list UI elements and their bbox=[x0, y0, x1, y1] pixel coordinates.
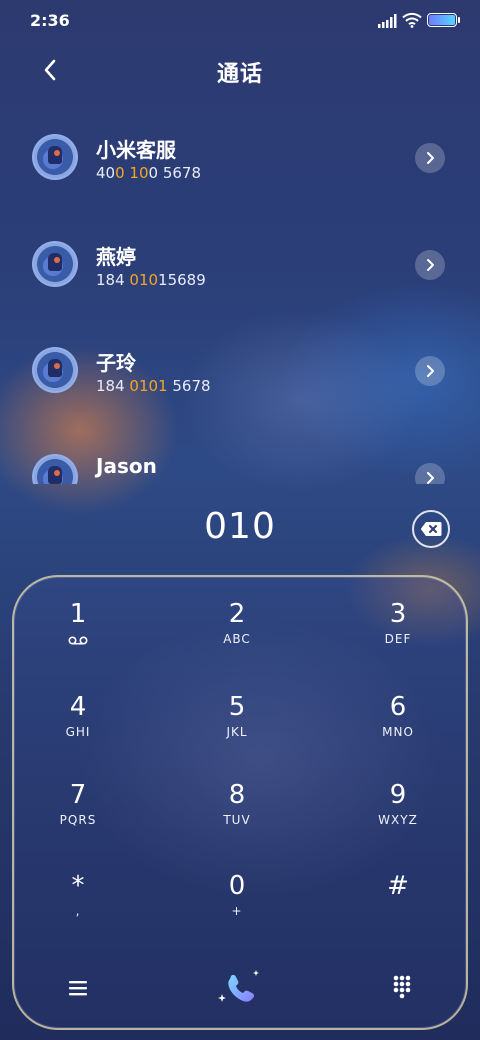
contact-row[interactable]: 小米客服 400 100 5678 bbox=[0, 114, 480, 214]
number-part: 0 5678 bbox=[148, 164, 202, 182]
dial-display: 010 bbox=[0, 500, 480, 560]
avatar bbox=[32, 241, 78, 287]
phone-call-icon bbox=[218, 970, 259, 1002]
key-letters: JKL bbox=[226, 725, 248, 739]
key-digit: 3 bbox=[389, 599, 407, 629]
number-match: 10 bbox=[129, 164, 149, 182]
contact-detail-button[interactable] bbox=[415, 250, 445, 280]
dialed-number: 010 bbox=[204, 506, 276, 547]
contact-detail-button[interactable] bbox=[415, 463, 445, 484]
contact-name: Jason bbox=[96, 454, 157, 478]
wifi-icon bbox=[402, 12, 422, 28]
key-letters: , bbox=[75, 904, 81, 918]
contact-detail-button[interactable] bbox=[415, 356, 445, 386]
chevron-right-icon bbox=[427, 152, 434, 164]
key-digit: 8 bbox=[228, 780, 246, 810]
avatar bbox=[32, 454, 78, 484]
key-1[interactable]: 1 bbox=[8, 590, 148, 674]
key-digit: 1 bbox=[69, 599, 87, 629]
contact-number: 184 01015689 bbox=[96, 271, 206, 289]
key-digit: 4 bbox=[69, 692, 87, 722]
call-button[interactable] bbox=[212, 964, 268, 1012]
number-part: 184 bbox=[96, 271, 130, 289]
key-digit: 7 bbox=[69, 780, 87, 810]
key-letters: DEF bbox=[384, 632, 412, 646]
key-8[interactable]: 8 TUV bbox=[167, 771, 307, 855]
key-letters: MNO bbox=[382, 725, 414, 739]
contact-name: 小米客服 bbox=[96, 138, 176, 162]
number-match: 0 bbox=[115, 164, 125, 182]
number-part: 5678 bbox=[167, 377, 211, 395]
key-2[interactable]: 2 ABC bbox=[167, 590, 307, 674]
battery-level bbox=[429, 15, 455, 25]
keypad-footer bbox=[0, 950, 480, 1020]
number-part: 184 bbox=[96, 377, 130, 395]
number-part: 15689 bbox=[158, 271, 206, 289]
key-9[interactable]: 9 WXYZ bbox=[328, 771, 468, 855]
key-3[interactable]: 3 DEF bbox=[328, 590, 468, 674]
key-letters: ABC bbox=[223, 632, 251, 646]
key-digit: 5 bbox=[228, 692, 246, 722]
header: 通话 bbox=[0, 44, 480, 96]
number-match: 010 bbox=[129, 271, 159, 289]
key-digit: 2 bbox=[228, 599, 246, 629]
chevron-right-icon bbox=[427, 365, 434, 377]
contact-row[interactable]: 子玲 184 0101 5678 bbox=[0, 327, 480, 427]
key-0[interactable]: 0 + bbox=[167, 862, 307, 946]
key-digit: 9 bbox=[389, 780, 407, 810]
menu-button[interactable] bbox=[62, 972, 94, 1004]
key-digit: 0 bbox=[228, 871, 246, 901]
key-digit: * bbox=[71, 871, 85, 901]
key-star[interactable]: * , bbox=[8, 862, 148, 946]
chevron-right-icon bbox=[427, 472, 434, 484]
key-digit: # bbox=[387, 871, 409, 901]
contact-number: 184 0101 5678 bbox=[96, 377, 211, 395]
voicemail-icon bbox=[68, 636, 88, 645]
avatar bbox=[32, 347, 78, 393]
contact-suggestion-list: 小米客服 400 100 5678 燕婷 184 01015689 子玲 184… bbox=[0, 114, 480, 484]
backspace-button[interactable] bbox=[412, 510, 450, 548]
dialpad-icon bbox=[393, 975, 411, 999]
number-match: 0101 bbox=[129, 377, 168, 395]
contact-name: 燕婷 bbox=[96, 245, 136, 269]
status-bar: 2:36 bbox=[0, 0, 480, 44]
contact-name: 子玲 bbox=[96, 351, 136, 375]
battery-icon bbox=[427, 13, 457, 27]
avatar bbox=[32, 134, 78, 180]
contact-row[interactable]: Jason bbox=[0, 434, 480, 484]
key-4[interactable]: 4 GHI bbox=[8, 683, 148, 767]
page-title: 通话 bbox=[216, 62, 263, 87]
status-time: 2:36 bbox=[30, 11, 70, 30]
dialpad-toggle-button[interactable] bbox=[386, 970, 418, 1002]
key-letters: TUV bbox=[223, 813, 251, 827]
contact-row[interactable]: 燕婷 184 01015689 bbox=[0, 221, 480, 321]
key-5[interactable]: 5 JKL bbox=[167, 683, 307, 767]
contact-detail-button[interactable] bbox=[415, 143, 445, 173]
number-part: 40 bbox=[96, 164, 116, 182]
cellular-signal-icon bbox=[378, 14, 397, 28]
key-hash[interactable]: # bbox=[328, 862, 468, 946]
key-7[interactable]: 7 PQRS bbox=[8, 771, 148, 855]
key-digit: 6 bbox=[389, 692, 407, 722]
backspace-icon bbox=[420, 522, 442, 536]
battery-cap bbox=[458, 17, 460, 23]
key-letters: GHI bbox=[65, 725, 91, 739]
key-letters: + bbox=[231, 904, 243, 918]
menu-icon bbox=[69, 981, 87, 996]
key-letters: PQRS bbox=[59, 813, 97, 827]
chevron-right-icon bbox=[427, 259, 434, 271]
key-letters: WXYZ bbox=[378, 813, 418, 827]
key-6[interactable]: 6 MNO bbox=[328, 683, 468, 767]
contact-number: 400 100 5678 bbox=[96, 164, 201, 182]
